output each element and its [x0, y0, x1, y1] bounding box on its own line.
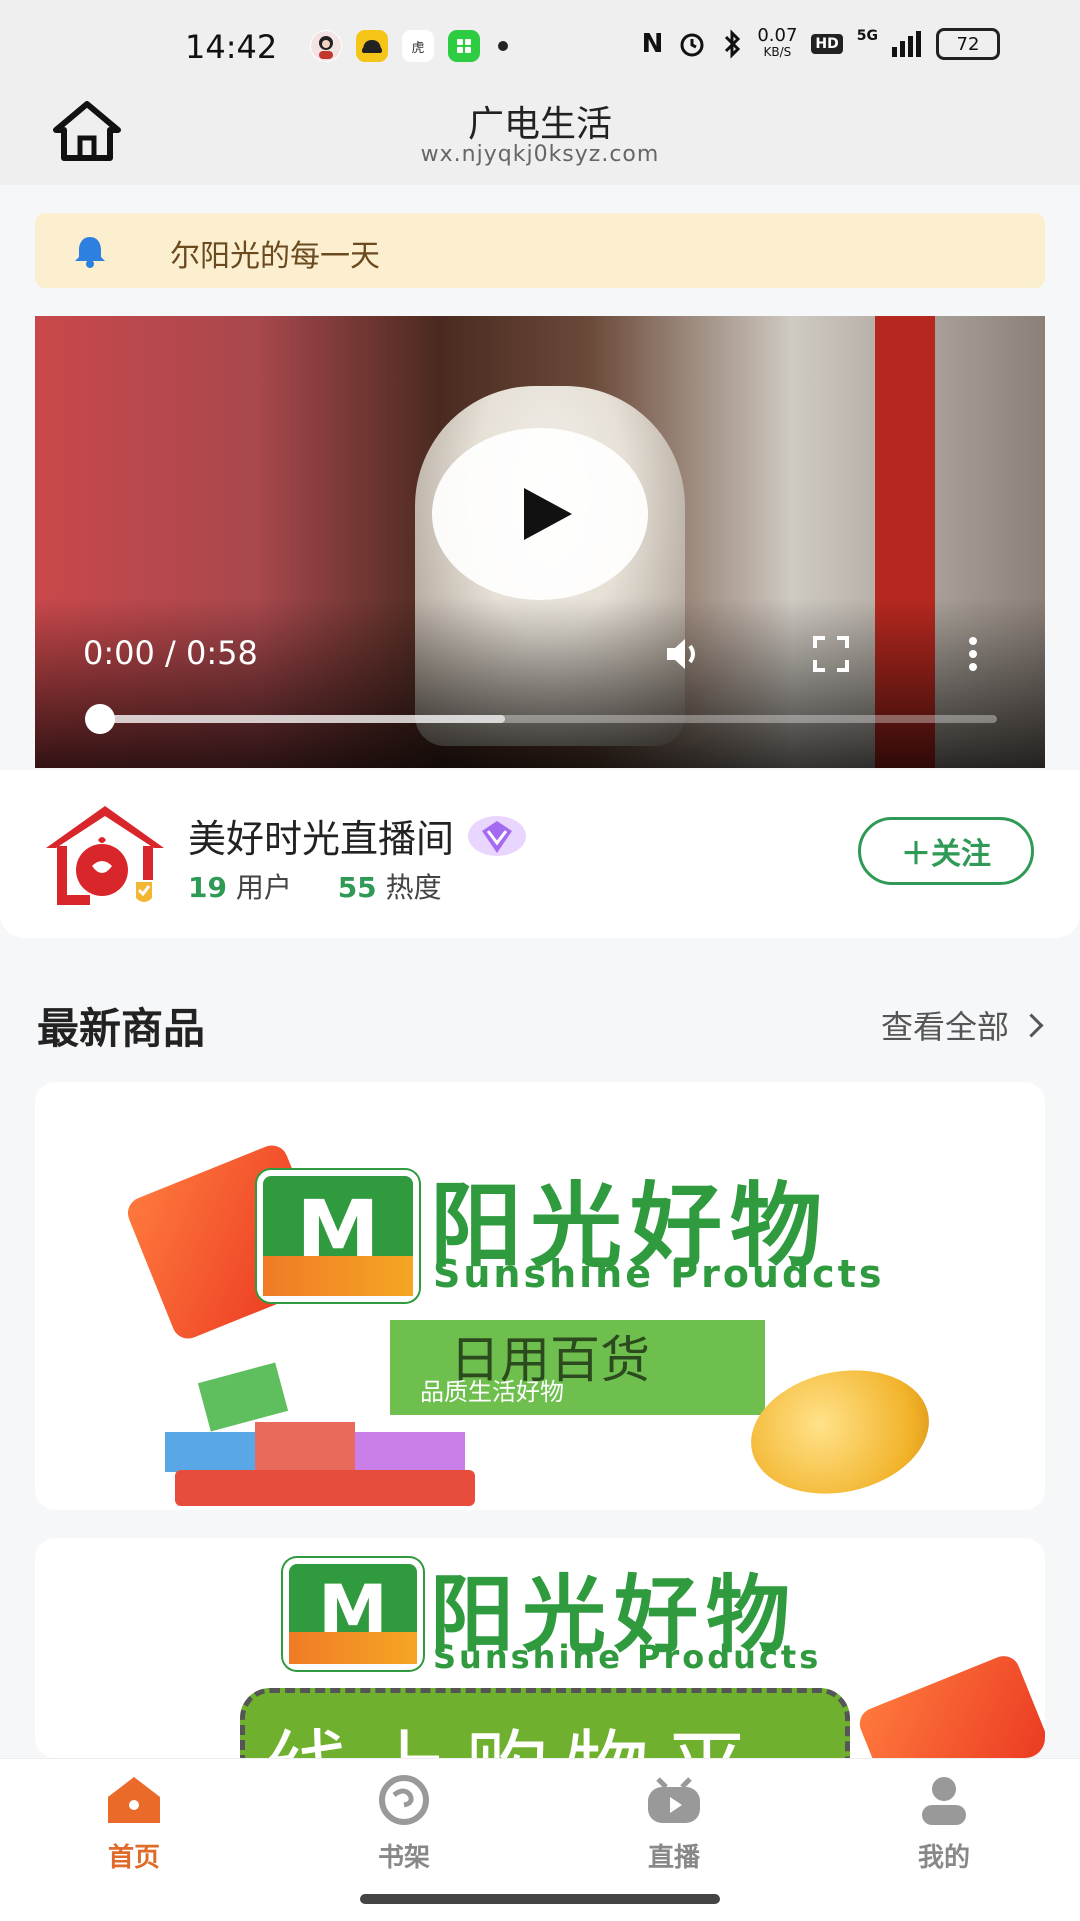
video-player[interactable]: 0:00 / 0:58: [35, 316, 1045, 768]
room-name-text: 美好时光直播间: [188, 817, 455, 861]
vip-badge-icon: [468, 815, 527, 856]
product-banner[interactable]: M 阳光好物 Sunshine Proudcts 日用百货 品质生活好物: [35, 1082, 1045, 1510]
play-button[interactable]: [432, 428, 648, 600]
signal-label: 5G: [856, 28, 878, 44]
platform-label: 线上购物平台: [265, 1703, 845, 1758]
tab-profile[interactable]: 我的: [844, 1773, 1044, 1874]
live-tab-icon: [648, 1777, 700, 1823]
page-title: 广电生活: [467, 104, 612, 145]
brand-logo: M: [283, 1558, 423, 1670]
car-app-icon: [356, 30, 388, 62]
live-room-card[interactable]: 美好时光直播间 19 用户 55 热度 ＋关注: [0, 770, 1080, 938]
gift-box-graphic: [255, 1422, 355, 1472]
room-logo: [46, 806, 164, 905]
brand-name-en: Sunshine Proudcts: [433, 1252, 885, 1296]
gift-box-graphic: [355, 1432, 465, 1472]
brand-name-en: Sunshine Products: [433, 1638, 822, 1676]
wechat-app-icon: [448, 30, 480, 62]
status-bar: 14:42 虎 N 0.07 KB/S HD 5G 72: [0, 0, 1080, 95]
view-all-link[interactable]: 查看全部: [880, 1002, 1044, 1048]
follow-button[interactable]: ＋关注: [858, 817, 1034, 885]
more-notifications-dot: [498, 41, 508, 51]
cart-graphic: [175, 1470, 475, 1506]
battery-icon: 72: [936, 28, 1000, 60]
tab-bookshelf-label: 书架: [377, 1843, 430, 1873]
app-avatar-icon: [310, 30, 342, 62]
notification-icons: 虎: [310, 30, 508, 62]
video-progress-bar[interactable]: [85, 704, 997, 734]
tab-live-label: 直播: [647, 1843, 700, 1873]
network-speed: 0.07 KB/S: [757, 25, 798, 60]
notice-bar[interactable]: 尔阳光的每一天: [35, 213, 1045, 288]
bluetooth-icon: [725, 29, 741, 59]
section-title: 最新商品: [37, 1004, 206, 1053]
platform-tag: 线上购物平台: [240, 1688, 850, 1758]
home-tab-icon: [108, 1777, 160, 1823]
alarm-icon: [680, 33, 704, 57]
tab-bookshelf[interactable]: 书架: [304, 1773, 504, 1874]
status-indicators: N 0.07 KB/S HD 5G 72: [641, 25, 1000, 60]
nfc-icon: N: [641, 29, 664, 59]
category-tag: 日用百货 品质生活好物: [390, 1320, 765, 1415]
fullscreen-icon[interactable]: [809, 632, 853, 676]
video-scrubber-handle[interactable]: [85, 704, 115, 734]
chevron-right-icon: [1019, 1012, 1044, 1038]
home-indicator[interactable]: [360, 1894, 720, 1904]
tab-home[interactable]: 首页: [34, 1773, 234, 1874]
red-envelope-graphic: [854, 1651, 1045, 1758]
tab-live[interactable]: 直播: [574, 1773, 774, 1874]
slogan-label: 品质生活好物: [420, 1378, 564, 1406]
video-controls-shade: [35, 598, 1045, 768]
status-time: 14:42: [185, 28, 278, 66]
video-buffered: [85, 715, 505, 723]
video-time: 0:00 / 0:58: [83, 634, 258, 672]
notice-text: 尔阳光的每一天: [170, 239, 380, 274]
huya-app-icon: 虎: [402, 30, 434, 62]
bookshelf-tab-icon: [379, 1775, 429, 1825]
signal-icon: [892, 31, 921, 57]
product-banner[interactable]: M 阳光好物 Sunshine Products 线上购物平台: [35, 1538, 1045, 1758]
coin-graphic: [739, 1354, 941, 1510]
tab-profile-label: 我的: [917, 1843, 970, 1873]
heat-count: 55: [337, 871, 377, 904]
tab-home-label: 首页: [107, 1843, 160, 1873]
page-url: wx.njyqkj0ksyz.com: [420, 142, 660, 167]
room-name: 美好时光直播间: [188, 808, 528, 863]
room-stats: 19 用户 55 热度: [188, 866, 442, 906]
profile-tab-icon: [922, 1777, 966, 1825]
hd-badge: HD: [811, 34, 843, 54]
heat-label: 热度: [385, 871, 442, 904]
gift-box-graphic: [165, 1432, 255, 1472]
volume-icon[interactable]: [661, 632, 705, 676]
users-count: 19: [188, 871, 227, 904]
play-icon: [524, 488, 572, 540]
more-options-icon[interactable]: [951, 632, 995, 676]
view-all-label: 查看全部: [880, 1008, 1009, 1046]
brand-logo: M: [257, 1170, 419, 1302]
users-label: 用户: [235, 871, 292, 904]
bell-icon: [75, 237, 105, 268]
